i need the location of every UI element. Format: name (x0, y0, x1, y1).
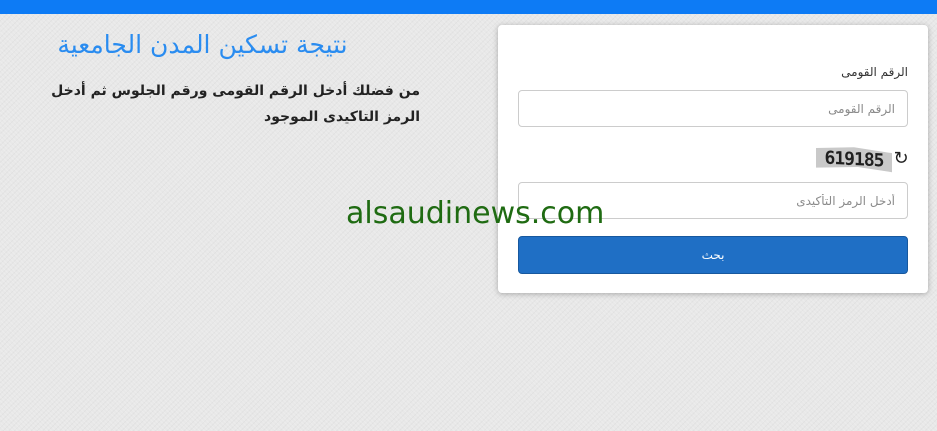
instruction-text: من فضلك أدخل الرقم القومى ورقم الجلوس ثم… (51, 83, 420, 125)
refresh-icon[interactable]: ↻ (892, 149, 910, 169)
national-id-label: الرقم القومى (841, 65, 908, 79)
captcha-image: 619185 (816, 143, 892, 175)
search-button[interactable]: بحث (518, 236, 908, 274)
captcha: 619185 ↻ (816, 143, 910, 177)
national-id-input[interactable] (518, 90, 908, 127)
search-form-card: الرقم القومى 619185 ↻ بحث (498, 25, 928, 293)
page-title: نتيجة تسكين المدن الجامعية (57, 30, 348, 59)
watermark: alsaudinews.com (346, 196, 605, 231)
top-bar (0, 0, 937, 14)
